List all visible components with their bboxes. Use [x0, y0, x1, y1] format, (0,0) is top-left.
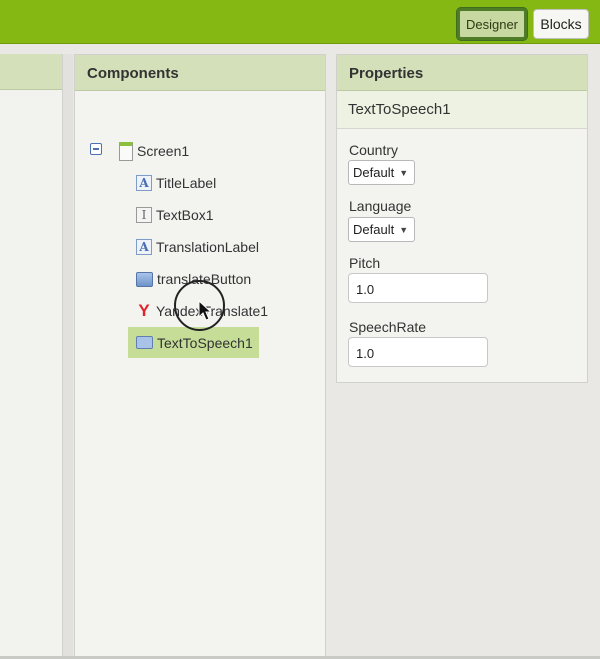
label-icon: A	[136, 175, 152, 191]
viewer-panel-header	[0, 54, 62, 90]
tree-node-textbox1[interactable]: I TextBox1	[136, 201, 214, 229]
country-select[interactable]: Default ▼	[348, 160, 416, 185]
tree-node-label: TitleLabel	[156, 175, 217, 191]
tree-node-label: TranslationLabel	[156, 239, 259, 255]
panel-divider	[63, 54, 73, 659]
speechrate-label: SpeechRate	[349, 319, 427, 335]
tree-node-label: Screen1	[137, 143, 190, 159]
components-panel: Components Screen1 A TitleLabel I TextBo…	[74, 54, 326, 659]
textbox-icon: I	[136, 207, 152, 223]
speech-icon	[136, 336, 153, 349]
screen-icon	[119, 141, 133, 161]
mouse-pointer-icon	[198, 300, 212, 321]
language-select[interactable]: Default ▼	[348, 217, 416, 242]
properties-panel-title: Properties	[337, 55, 587, 91]
speechrate-input[interactable]: 1.0	[348, 337, 488, 367]
language-label: Language	[349, 198, 412, 214]
blocks-button[interactable]: Blocks	[533, 9, 589, 39]
country-select-value: Default	[353, 165, 395, 180]
tree-node-label: TextBox1	[156, 207, 214, 223]
selected-component-name: TextToSpeech1	[337, 91, 587, 129]
button-icon	[136, 271, 153, 287]
tree-node-screen1[interactable]: Screen1	[119, 137, 189, 165]
chevron-down-icon: ▼	[399, 167, 409, 178]
yandex-icon: Y	[138, 301, 150, 320]
designer-button[interactable]: Designer	[457, 8, 527, 40]
language-select-value: Default	[353, 222, 395, 237]
components-panel-title: Components	[75, 55, 325, 91]
chevron-down-icon: ▼	[399, 224, 409, 235]
viewer-panel	[0, 54, 63, 659]
tree-node-label: TextToSpeech1	[157, 334, 253, 351]
collapse-toggle-icon[interactable]	[90, 143, 102, 155]
country-label: Country	[349, 142, 399, 158]
label-icon: A	[136, 239, 152, 255]
pitch-label: Pitch	[349, 255, 381, 271]
tree-node-translationlabel[interactable]: A TranslationLabel	[136, 233, 259, 261]
tree-node-titlelabel[interactable]: A TitleLabel	[136, 169, 216, 197]
tree-node-texttospeech1[interactable]: TextToSpeech1	[128, 327, 259, 358]
top-toolbar: Designer Blocks	[0, 0, 600, 44]
pitch-input[interactable]: 1.0	[348, 273, 488, 303]
properties-panel: Properties TextToSpeech1 Country Default…	[336, 54, 588, 383]
